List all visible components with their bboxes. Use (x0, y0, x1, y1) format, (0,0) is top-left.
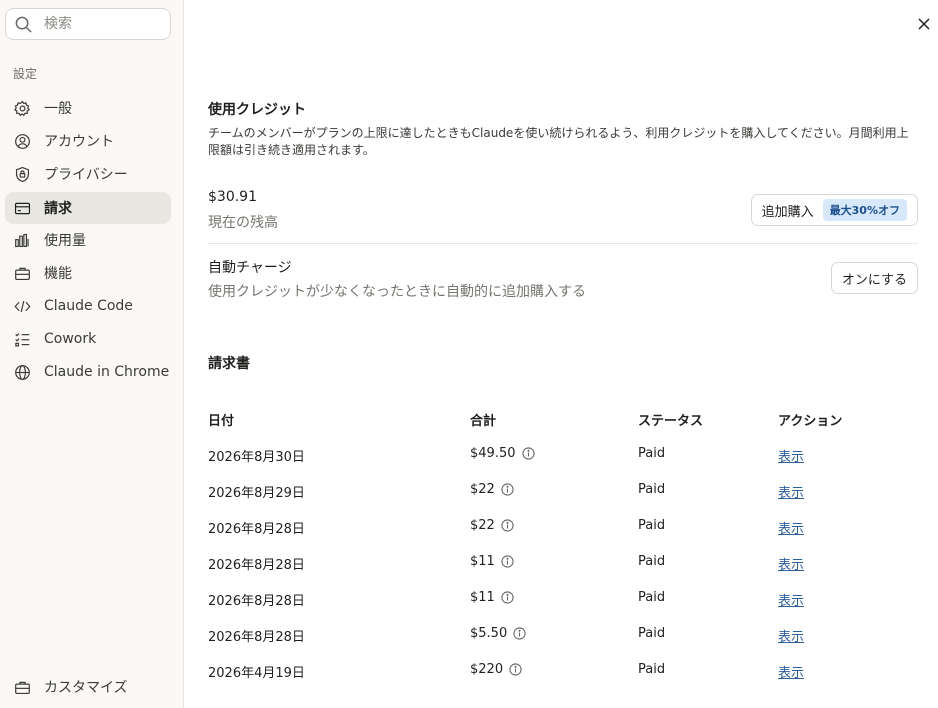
column-header-date: 日付 (208, 414, 235, 429)
sidebar-item-label: 一般 (44, 101, 72, 117)
balance-value: $30.91 (208, 189, 257, 205)
settings-section-label: 設定 (13, 67, 38, 81)
invoice-view-link[interactable]: 表示 (778, 626, 804, 645)
settings-sidebar: 設定 一般 アカウント プライバシー 請求 使用量 機能 Claude Code… (0, 0, 184, 708)
section-divider (208, 243, 918, 244)
invoice-total: $11 (470, 554, 495, 569)
toolbox-icon (15, 267, 30, 280)
invoice-total-cell: $11 (470, 590, 514, 605)
sidebar-item-label: アカウント (44, 134, 114, 150)
invoice-status: Paid (638, 662, 666, 677)
invoice-total-cell: $49.50 (470, 446, 535, 461)
invoice-view-link[interactable]: 表示 (778, 518, 804, 537)
close-button[interactable] (914, 14, 934, 34)
invoice-date: 2026年8月30日 (208, 450, 305, 465)
balance-label: 現在の残高 (208, 215, 278, 231)
sidebar-item-cowork[interactable]: Cowork (5, 323, 171, 355)
search-icon (15, 16, 32, 33)
sidebar-item-label: 機能 (44, 266, 72, 282)
credits-description: チームのメンバーがプランの上限に達したときもClaudeを使い続けられるよう、利… (208, 126, 909, 157)
invoices-title: 請求書 (208, 356, 250, 372)
sidebar-item-label: プライバシー (44, 167, 128, 183)
sidebar-item-usage[interactable]: 使用量 (5, 224, 171, 256)
invoice-status: Paid (638, 446, 666, 461)
invoice-view-link[interactable]: 表示 (778, 446, 804, 465)
invoice-status: Paid (638, 482, 666, 497)
invoice-total: $220 (470, 662, 504, 677)
invoice-total-cell: $11 (470, 554, 514, 569)
invoice-date: 2026年8月28日 (208, 630, 305, 645)
sidebar-item-customize[interactable]: カスタマイズ (5, 671, 171, 703)
sidebar-item-billing[interactable]: 請求 (5, 192, 171, 224)
invoice-view-link[interactable]: 表示 (778, 482, 804, 501)
invoice-status: Paid (638, 590, 666, 605)
invoice-total-cell: $5.50 (470, 626, 526, 641)
sidebar-item-label: カスタマイズ (44, 680, 128, 696)
column-header-status: ステータス (638, 414, 704, 429)
sidebar-item-privacy[interactable]: プライバシー (5, 158, 171, 190)
invoice-total-cell: $220 (470, 662, 522, 677)
auto-charge-enable-button[interactable]: オンにする (830, 262, 918, 294)
auto-charge-description: 使用クレジットが少なくなったときに自動的に追加購入する (208, 284, 586, 300)
sidebar-item-account[interactable]: アカウント (5, 125, 171, 157)
user-circle-icon (15, 133, 30, 149)
info-icon[interactable] (509, 663, 522, 676)
bar-chart-icon (15, 233, 29, 247)
credits-title: 使用クレジット (208, 102, 306, 118)
invoice-view-link[interactable]: 表示 (778, 590, 804, 609)
column-header-total: 合計 (470, 414, 497, 429)
buy-more-label: 追加購入 (761, 204, 814, 220)
invoice-status: Paid (638, 626, 666, 641)
toolbox-icon (15, 681, 30, 694)
info-icon[interactable] (521, 447, 535, 460)
column-header-action: アクション (778, 414, 843, 429)
credit-card-icon (14, 202, 31, 214)
sidebar-item-claude-in-chrome[interactable]: Claude in Chrome (5, 356, 171, 388)
invoice-total: $49.50 (470, 446, 516, 461)
sidebar-item-label: 使用量 (44, 233, 86, 249)
sidebar-item-label: Cowork (44, 331, 97, 347)
search-input[interactable] (44, 16, 154, 32)
invoice-total-cell: $22 (470, 482, 514, 497)
invoice-total: $22 (470, 482, 495, 497)
sidebar-item-general[interactable]: 一般 (5, 92, 171, 124)
invoice-date: 2026年4月19日 (208, 666, 305, 681)
search-box[interactable] (5, 8, 171, 40)
close-icon (918, 18, 930, 30)
sidebar-item-label: 請求 (44, 201, 72, 217)
sidebar-item-features[interactable]: 機能 (5, 257, 171, 289)
gear-icon (14, 100, 31, 116)
sidebar-item-label: Claude Code (44, 298, 133, 314)
invoice-date: 2026年8月28日 (208, 594, 305, 609)
checklist-icon (15, 332, 30, 346)
info-icon[interactable] (501, 591, 514, 604)
invoice-status: Paid (638, 518, 666, 533)
invoice-status: Paid (638, 554, 666, 569)
invoice-total: $22 (470, 518, 495, 533)
globe-icon (15, 364, 30, 380)
invoice-view-link[interactable]: 表示 (778, 662, 804, 681)
invoice-total-cell: $22 (470, 518, 514, 533)
info-icon[interactable] (501, 483, 514, 496)
info-icon[interactable] (501, 519, 514, 532)
invoice-date: 2026年8月29日 (208, 486, 305, 501)
auto-charge-title: 自動チャージ (208, 260, 292, 276)
invoice-total: $5.50 (470, 626, 508, 641)
invoice-total: $11 (470, 590, 495, 605)
buy-more-button[interactable]: 追加購入 最大30%オフ (750, 194, 918, 226)
shield-icon (15, 166, 30, 182)
invoice-date: 2026年8月28日 (208, 522, 305, 537)
code-icon (14, 300, 31, 312)
sidebar-item-label: Claude in Chrome (44, 364, 170, 380)
sidebar-item-claude-code[interactable]: Claude Code (5, 290, 171, 322)
invoice-view-link[interactable]: 表示 (778, 554, 804, 573)
invoice-date: 2026年8月28日 (208, 558, 305, 573)
info-icon[interactable] (501, 555, 514, 568)
info-icon[interactable] (513, 627, 526, 640)
discount-badge: 最大30%オフ (822, 199, 907, 221)
